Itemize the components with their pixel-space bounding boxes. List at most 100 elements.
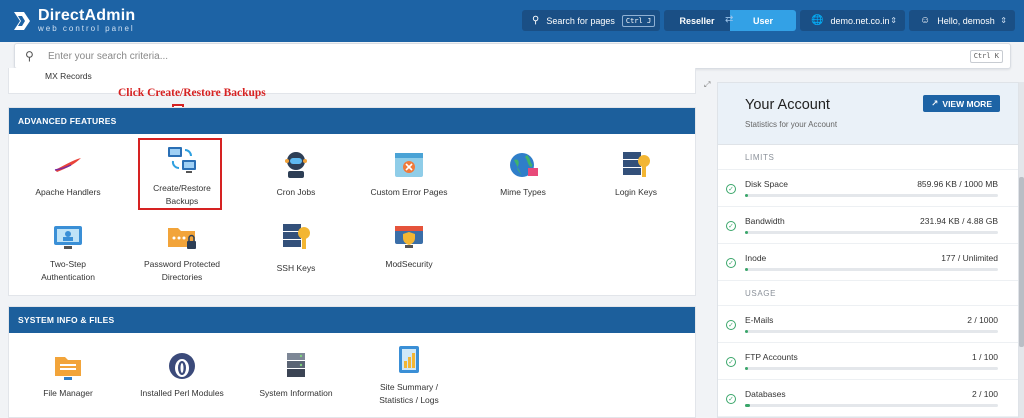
feature-cron-jobs[interactable]: Cron Jobs xyxy=(241,148,351,199)
page-scrollbar[interactable] xyxy=(1019,82,1024,418)
stat-name: FTP Accounts xyxy=(745,352,798,362)
stat-name: E-Mails xyxy=(745,315,774,325)
updown-chevron-icon: ⇕ xyxy=(890,16,897,25)
search-shortcut: Ctrl K xyxy=(969,50,1003,63)
feature-perl-modules[interactable]: Installed Perl Modules xyxy=(127,349,237,400)
stat-progress-bar xyxy=(745,268,998,271)
brand-logo[interactable]: DirectAdmin web control panel xyxy=(12,8,135,34)
apache-feather-icon xyxy=(51,148,85,182)
highlight-box xyxy=(138,138,222,210)
section-title: SYSTEM INFO & FILES xyxy=(9,307,695,333)
feature-two-step-auth[interactable]: Two-Step Authentication xyxy=(13,220,123,283)
stat-value: 177 / Unlimited xyxy=(941,253,998,263)
stat-progress-fill xyxy=(745,194,748,197)
stat-row: ✓ FTP Accounts 1 / 100 xyxy=(718,343,1018,380)
stat-row: ✓ E-Mails 2 / 1000 xyxy=(718,306,1018,343)
stat-row: ✓ Inode 177 / Unlimited xyxy=(718,244,1018,281)
stat-progress-bar xyxy=(745,330,998,333)
stat-progress-fill xyxy=(745,268,748,271)
stat-row: ✓ Databases 2 / 100 xyxy=(718,380,1018,417)
stat-progress-bar xyxy=(745,404,998,407)
file-manager-icon xyxy=(51,349,85,383)
mx-records-link[interactable]: MX Records xyxy=(45,71,92,81)
locked-folder-icon xyxy=(165,220,199,254)
stat-name: Bandwidth xyxy=(745,216,785,226)
system-info-icon xyxy=(279,349,313,383)
domain-selector[interactable]: 🌐 demo.net.co.in ⇕ xyxy=(800,10,905,31)
role-user[interactable]: User xyxy=(730,10,796,31)
account-sidebar: Your Account Statistics for your Account… xyxy=(717,82,1019,418)
server-key-icon xyxy=(619,148,653,182)
role-reseller[interactable]: Reseller xyxy=(664,10,730,31)
swap-icon: ⇄ xyxy=(725,14,734,25)
section-title: ADVANCED FEATURES xyxy=(9,108,695,134)
search-pages-shortcut: Ctrl J xyxy=(621,14,656,27)
feature-system-information[interactable]: System Information xyxy=(241,349,351,400)
stat-progress-bar xyxy=(745,194,998,197)
directadmin-logo-icon xyxy=(12,10,32,32)
user-menu[interactable]: ☺ Hello, demosh ⇕ xyxy=(909,10,1015,31)
check-circle-icon: ✓ xyxy=(726,357,736,367)
check-circle-icon: ✓ xyxy=(726,394,736,404)
stat-value: 231.94 KB / 4.88 GB xyxy=(920,216,998,226)
stat-value: 2 / 100 xyxy=(972,389,998,399)
account-subtitle: Statistics for your Account xyxy=(745,120,838,129)
role-switch[interactable]: Reseller ⇄ User xyxy=(664,10,796,31)
stat-row: ✓ Bandwidth 231.94 KB / 4.88 GB xyxy=(718,207,1018,244)
shield-monitor-icon xyxy=(392,220,426,254)
stat-progress-bar xyxy=(745,231,998,234)
ssh-server-key-icon xyxy=(279,220,313,254)
scrollbar-thumb[interactable] xyxy=(1019,177,1024,347)
check-circle-icon: ✓ xyxy=(726,221,736,231)
view-more-button[interactable]: ↗ VIEW MORE xyxy=(923,95,1000,112)
expand-icon[interactable]: ⤢ xyxy=(704,80,710,90)
stat-row: ✓ Disk Space 859.96 KB / 1000 MB xyxy=(718,170,1018,207)
feature-password-protected-dirs[interactable]: Password Protected Directories xyxy=(127,220,237,283)
search-icon: ⚲ xyxy=(25,49,34,63)
stat-progress-fill xyxy=(745,404,751,407)
feature-modsecurity[interactable]: ModSecurity xyxy=(354,220,464,271)
limits-title: LIMITS xyxy=(718,145,1018,170)
check-circle-icon: ✓ xyxy=(726,184,736,194)
site-stats-icon xyxy=(392,343,426,377)
search-icon: ⚲ xyxy=(532,15,540,26)
mime-globe-icon xyxy=(506,148,540,182)
stat-progress-fill xyxy=(745,367,748,370)
user-icon: ☺ xyxy=(920,15,931,26)
brand-tagline: web control panel xyxy=(38,24,135,33)
feature-mime-types[interactable]: Mime Types xyxy=(468,148,578,199)
updown-chevron-icon: ⇕ xyxy=(1000,16,1007,25)
domain-label: demo.net.co.in xyxy=(830,15,890,26)
error-page-icon xyxy=(392,148,426,182)
stat-progress-fill xyxy=(745,330,748,333)
search-input[interactable] xyxy=(48,49,848,64)
external-link-icon: ↗ xyxy=(931,98,939,108)
feature-login-keys[interactable]: Login Keys xyxy=(581,148,691,199)
search-pages-button[interactable]: ⚲ Search for pages Ctrl J xyxy=(522,10,660,31)
stat-value: 2 / 1000 xyxy=(967,315,998,325)
previous-section: MX Records xyxy=(8,68,696,94)
usage-title: USAGE xyxy=(718,281,1018,306)
search-pages-label: Search for pages xyxy=(546,15,615,26)
check-circle-icon: ✓ xyxy=(726,320,736,330)
advanced-features-section: ADVANCED FEATURES Apache Handlers Create… xyxy=(8,107,696,296)
stat-value: 859.96 KB / 1000 MB xyxy=(917,179,998,189)
stat-name: Disk Space xyxy=(745,179,788,189)
feature-apache-handlers[interactable]: Apache Handlers xyxy=(13,148,123,199)
stat-value: 1 / 100 xyxy=(972,352,998,362)
feature-site-summary[interactable]: Site Summary / Statistics / Logs xyxy=(354,343,464,406)
feature-ssh-keys[interactable]: SSH Keys xyxy=(241,220,351,275)
stat-progress-bar xyxy=(745,367,998,370)
perl-onion-icon xyxy=(165,349,199,383)
feature-file-manager[interactable]: File Manager xyxy=(13,349,123,400)
two-step-monitor-icon xyxy=(51,220,85,254)
top-bar: DirectAdmin web control panel ⚲ Search f… xyxy=(0,0,1024,42)
search-bar: ⚲ Ctrl K xyxy=(14,43,1011,69)
robot-icon xyxy=(279,148,313,182)
account-header: Your Account Statistics for your Account… xyxy=(718,83,1018,145)
stat-name: Databases xyxy=(745,389,786,399)
stat-name: Inode xyxy=(745,253,767,263)
system-info-section: SYSTEM INFO & FILES File Manager Install… xyxy=(8,306,696,418)
greeting-label: Hello, demosh xyxy=(937,15,995,26)
feature-custom-error-pages[interactable]: Custom Error Pages xyxy=(354,148,464,199)
